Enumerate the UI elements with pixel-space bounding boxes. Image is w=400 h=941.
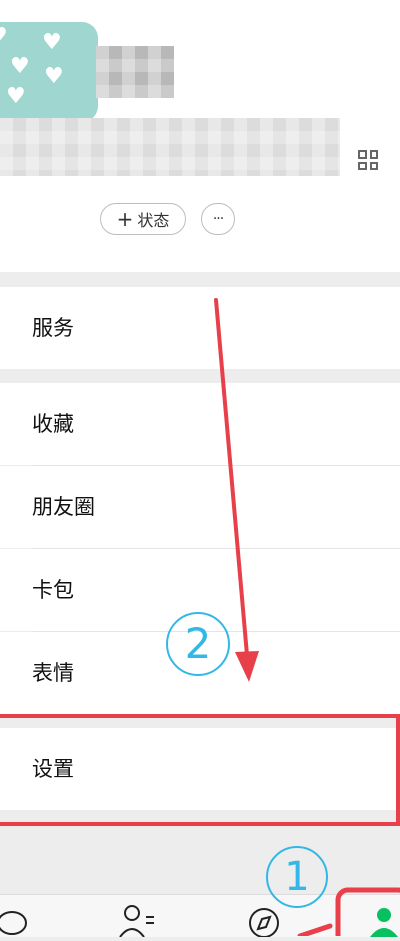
heart-icon: ♥: [42, 30, 62, 55]
gear-icon: [0, 759, 6, 777]
avatar[interactable]: ♥ ♥ ♥ ♥ ♥: [0, 22, 98, 122]
blurred-wechat-id: [0, 118, 340, 176]
stickers-icon: [0, 663, 6, 681]
heart-icon: ♥: [10, 54, 30, 79]
heart-icon: ♥: [44, 64, 64, 89]
menu-item-favorites[interactable]: 收藏: [0, 383, 400, 465]
chat-icon: [0, 911, 27, 935]
bottom-tab-bar: [0, 894, 400, 938]
favorites-icon: [0, 414, 6, 432]
step-1-marker: ① 1: [266, 846, 328, 908]
tab-discover[interactable]: [244, 901, 284, 938]
tab-chats[interactable]: [0, 901, 34, 937]
tab-me[interactable]: [366, 901, 400, 937]
step-1-digit: 1: [284, 854, 310, 900]
me-icon: [370, 908, 398, 937]
moments-icon: [0, 497, 6, 515]
discover-icon: [249, 908, 279, 938]
services-icon: [0, 318, 6, 336]
menu-item-settings[interactable]: 设置: [0, 728, 400, 810]
status-label: 状态: [137, 211, 170, 230]
more-icon: ···: [212, 211, 224, 227]
menu-item-label: 卡包: [32, 578, 74, 602]
menu-item-moments[interactable]: 朋友圈: [0, 466, 400, 548]
more-button[interactable]: ···: [201, 203, 235, 235]
qr-code-icon[interactable]: [358, 150, 378, 170]
menu-item-label: 表情: [32, 661, 74, 685]
step-2-digit: 2: [184, 619, 212, 668]
heart-icon: ♥: [0, 26, 8, 48]
tab-contacts[interactable]: [116, 901, 156, 938]
heart-icon: ♥: [6, 84, 26, 109]
blurred-nickname: [96, 46, 174, 98]
menu-item-label: 收藏: [32, 412, 74, 436]
plus-icon: +: [116, 207, 134, 231]
menu-item-services[interactable]: 服务: [0, 287, 400, 369]
cards-icon: [0, 580, 6, 598]
step-2-marker: ② 2: [166, 612, 230, 676]
profile-header: ♥ ♥ ♥ ♥ ♥ + 状态 ···: [0, 0, 400, 272]
menu-item-label: 服务: [32, 316, 74, 340]
menu-item-label: 朋友圈: [32, 495, 95, 519]
contacts-icon: [119, 905, 154, 938]
menu-item-label: 设置: [32, 757, 74, 781]
status-button[interactable]: + 状态: [100, 203, 186, 235]
